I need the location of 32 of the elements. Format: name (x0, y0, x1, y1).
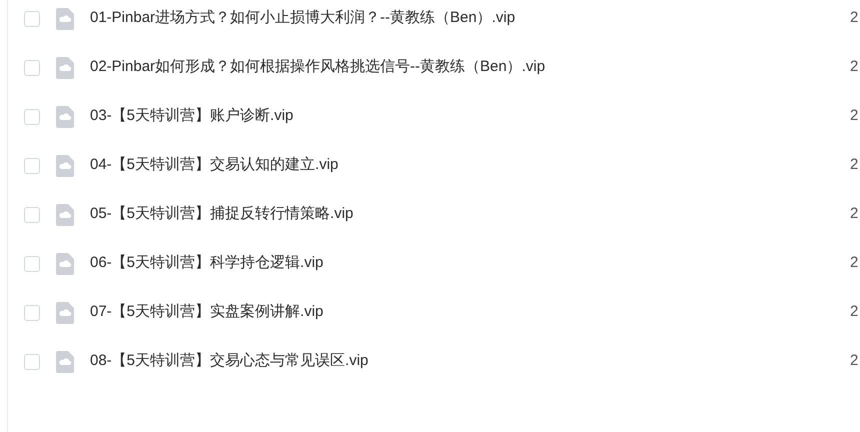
checkbox[interactable] (24, 158, 40, 174)
file-name[interactable]: 04-【5天特训营】交易认知的建立.vip (90, 154, 338, 177)
checkbox[interactable] (24, 60, 40, 76)
checkbox[interactable] (24, 108, 40, 124)
file-name[interactable]: 06-【5天特训营】科学持仓逻辑.vip (90, 252, 324, 275)
checkbox[interactable] (24, 256, 40, 272)
file-name[interactable]: 02-Pinbar如何形成？如何根据操作风格挑选信号--黄教练（Ben）.vip (90, 56, 546, 79)
date-text: 2 (850, 8, 858, 28)
file-icon (56, 154, 74, 176)
date-text: 2 (850, 106, 858, 126)
date-text: 2 (850, 57, 858, 78)
date-text: 2 (850, 302, 858, 322)
file-icon (56, 56, 74, 78)
checkbox[interactable] (24, 206, 40, 222)
checkbox[interactable] (24, 354, 40, 370)
file-icon (56, 252, 74, 274)
checkbox[interactable] (24, 304, 40, 320)
file-icon (56, 302, 74, 324)
file-icon (56, 350, 74, 372)
file-name[interactable]: 05-【5天特训营】捕捉反转行情策略.vip (90, 203, 354, 226)
date-text: 2 (850, 351, 858, 372)
file-name[interactable]: 08-【5天特训营】交易心态与常见误区.vip (90, 350, 368, 373)
file-icon (56, 204, 74, 226)
file-name[interactable]: 03-【5天特训营】账户诊断.vip (90, 105, 294, 128)
file-name[interactable]: 01-Pinbar进场方式？如何小止损博大利润？--黄教练（Ben）.vip (90, 7, 516, 30)
date-text: 2 (850, 204, 858, 224)
file-icon (56, 8, 74, 30)
checkbox[interactable] (24, 10, 40, 26)
date-text: 2 (850, 155, 858, 176)
file-icon (56, 106, 74, 128)
date-text: 2 (850, 253, 858, 274)
file-name[interactable]: 07-【5天特训营】实盘案例讲解.vip (90, 301, 324, 324)
